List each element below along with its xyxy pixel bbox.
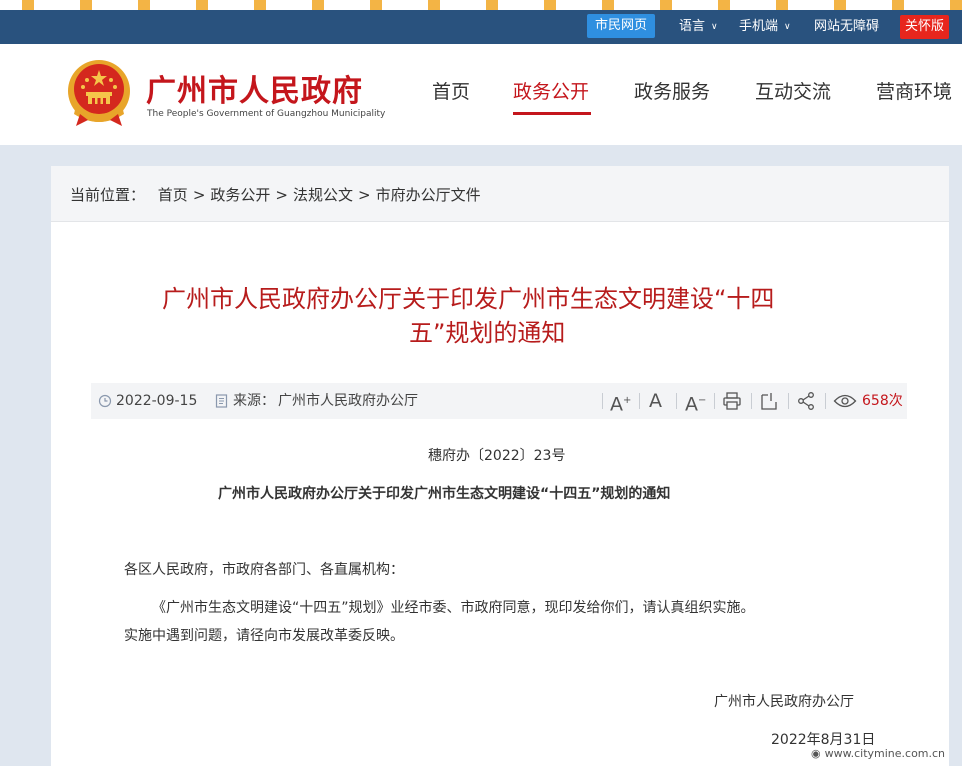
- breadcrumb-separator: >: [275, 186, 288, 204]
- watermark-logo-icon: ◉: [811, 747, 821, 760]
- national-emblem-icon[interactable]: [66, 58, 132, 132]
- minus-icon: −: [698, 395, 707, 406]
- body-paragraph-line-1: 《广州市生态文明建设“十四五”规划》业经市委、市政府同意，现印发给你们，请认真组…: [152, 600, 755, 616]
- chevron-down-icon: ∨: [784, 22, 791, 32]
- body-paragraph-line-2: 实施中遇到问题，请径向市发展改革委反映。: [124, 628, 404, 644]
- breadcrumb-bar: 当前位置： 首页 > 政务公开 > 法规公文 > 市府办公厅文件: [51, 166, 949, 222]
- share-icon[interactable]: [796, 391, 816, 411]
- nav-home[interactable]: 首页: [432, 77, 470, 104]
- breadcrumb: 当前位置： 首页 > 政务公开 > 法规公文 > 市府办公厅文件: [70, 184, 481, 205]
- document-subtitle: 广州市人民政府办公厅关于印发广州市生态文明建设“十四五”规划的通知: [218, 486, 671, 502]
- site-title[interactable]: 广州市人民政府: [146, 66, 363, 110]
- clock-icon: [98, 394, 112, 408]
- source-label: 来源：: [233, 393, 275, 409]
- nav-business-environment[interactable]: 营商环境: [876, 77, 952, 104]
- issuer: 广州市人民政府办公厅: [714, 694, 854, 710]
- language-label: 语言: [679, 19, 706, 34]
- salutation: 各区人民政府，市政府各部门、各直属机构：: [124, 562, 404, 578]
- document-icon: [215, 394, 228, 408]
- divider: [676, 393, 677, 409]
- active-nav-underline: [513, 112, 591, 115]
- divider: [602, 393, 603, 409]
- accessibility-link[interactable]: 网站无障碍: [814, 10, 879, 44]
- breadcrumb-label: 当前位置：: [70, 186, 146, 204]
- font-decrease-button[interactable]: A−: [685, 383, 706, 419]
- plus-icon: +: [623, 395, 632, 406]
- article-title-line-2: 五”规划的通知: [409, 319, 566, 347]
- article-meta-bar: 2022-09-15 来源： 广州市人民政府办公厅 A+ A A− 658次: [91, 383, 907, 419]
- language-menu[interactable]: 语言 ∨: [679, 10, 718, 44]
- watermark-text: www.citymine.com.cn: [824, 747, 946, 760]
- top-decorative-strip: [0, 0, 962, 10]
- divider: [751, 393, 752, 409]
- document-number: 穗府办〔2022〕23号: [428, 448, 566, 464]
- citizen-page-link[interactable]: 市民网页: [587, 14, 656, 38]
- breadcrumb-item-office-documents[interactable]: 市府办公厅文件: [376, 186, 481, 204]
- mobile-label: 手机端: [739, 19, 779, 34]
- font-increase-button[interactable]: A+: [610, 383, 631, 419]
- top-bar: 市民网页 语言 ∨ 手机端 ∨ 网站无障碍 关怀版: [0, 10, 962, 44]
- view-count-value: 658: [862, 393, 889, 409]
- divider: [714, 393, 715, 409]
- eye-icon: [833, 394, 857, 408]
- divider: [825, 393, 826, 409]
- breadcrumb-item-regulations[interactable]: 法规公文: [293, 186, 353, 204]
- nav-government-affairs[interactable]: 政务公开: [513, 77, 589, 104]
- font-increase-label: A: [610, 393, 623, 416]
- bookmark-icon[interactable]: [759, 391, 779, 411]
- breadcrumb-separator: >: [192, 186, 206, 204]
- breadcrumb-item-home[interactable]: 首页: [158, 186, 188, 204]
- nav-interaction[interactable]: 互动交流: [755, 77, 831, 104]
- watermark: ◉ www.citymine.com.cn: [811, 747, 945, 760]
- source-value: 广州市人民政府办公厅: [278, 393, 418, 409]
- nav-government-services[interactable]: 政务服务: [634, 77, 710, 104]
- view-count-unit: 次: [888, 393, 903, 409]
- caring-version-button[interactable]: 关怀版: [900, 15, 950, 39]
- site-subtitle: The People's Government of Guangzhou Mun…: [147, 109, 386, 119]
- issue-date: 2022年8月31日: [771, 732, 876, 748]
- font-reset-button[interactable]: A: [649, 383, 662, 419]
- chevron-down-icon: ∨: [711, 22, 718, 32]
- font-decrease-label: A: [685, 393, 698, 416]
- article-title-line-1: 广州市人民政府办公厅关于印发广州市生态文明建设“十四: [162, 285, 775, 313]
- view-count: 658次: [862, 383, 903, 419]
- mobile-menu[interactable]: 手机端 ∨: [739, 10, 791, 44]
- publish-date: 2022-09-15: [116, 393, 198, 409]
- divider: [788, 393, 789, 409]
- divider: [639, 393, 640, 409]
- breadcrumb-item-government-affairs[interactable]: 政务公开: [210, 186, 270, 204]
- breadcrumb-separator: >: [358, 186, 371, 204]
- print-icon[interactable]: [722, 391, 742, 411]
